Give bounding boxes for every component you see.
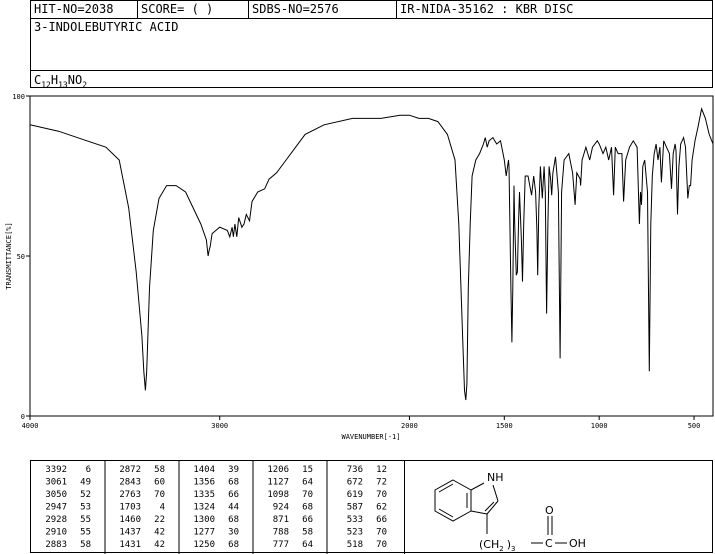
peak-transmittance: 55	[80, 528, 91, 538]
peak-wavenumber: 1335	[193, 490, 215, 500]
peak-transmittance: 58	[302, 528, 313, 538]
peak-wavenumber: 2928	[45, 515, 67, 525]
peak-transmittance: 70	[302, 490, 313, 500]
peak-wavenumber: 1460	[119, 515, 141, 525]
peak-transmittance: 58	[80, 540, 91, 550]
chain-count: 3	[511, 545, 515, 553]
peak-transmittance: 55	[80, 515, 91, 525]
peak-wavenumber: 1098	[267, 490, 289, 500]
peak-wavenumber: 1703	[119, 503, 141, 513]
peak-wavenumber: 3050	[45, 490, 67, 500]
peak-wavenumber: 672	[347, 478, 363, 488]
peak-transmittance: 70	[376, 490, 387, 500]
peak-wavenumber: 1277	[193, 528, 215, 538]
peak-transmittance: 60	[154, 478, 165, 488]
peak-transmittance: 4	[160, 503, 165, 513]
peak-wavenumber: 2910	[45, 528, 67, 538]
y-tick-label: 50	[17, 253, 25, 261]
peak-wavenumber: 1300	[193, 515, 215, 525]
peak-transmittance: 70	[154, 490, 165, 500]
peak-transmittance: 70	[376, 528, 387, 538]
chain-open: (CH	[479, 538, 499, 551]
peak-transmittance: 70	[376, 540, 387, 550]
peak-wavenumber: 1127	[267, 478, 289, 488]
peak-transmittance: 62	[376, 503, 387, 513]
peak-transmittance: 68	[228, 540, 239, 550]
axis-ticks: 4000 3000 2000 1500 1000 500 0 50 100	[12, 93, 700, 430]
ir-spectrum-chart: 4000 3000 2000 1500 1000 500 0 50 100 WAVENUMBER…	[5, 93, 714, 441]
oxygen-label: O	[545, 504, 554, 517]
peak-wavenumber: 1206	[267, 465, 289, 475]
peak-transmittance: 72	[376, 478, 387, 488]
peak-table: 3392 6 3061 49 3050 52 2947 53 2928 55 2910 55 2883 5…	[45, 461, 387, 554]
peak-transmittance: 66	[302, 515, 313, 525]
peak-transmittance: 42	[154, 540, 165, 550]
carbonyl-carbon-label: C	[545, 537, 553, 550]
peak-wavenumber: 1404	[193, 465, 215, 475]
y-axis-label: TRANSMITTANCE[%]	[5, 222, 13, 289]
peak-wavenumber: 2763	[119, 490, 141, 500]
peak-transmittance: 66	[376, 515, 387, 525]
peak-transmittance: 66	[228, 490, 239, 500]
x-tick-label: 500	[688, 422, 701, 430]
peak-transmittance: 58	[154, 465, 165, 475]
peak-transmittance: 64	[302, 478, 313, 488]
peak-transmittance: 68	[228, 515, 239, 525]
peak-wavenumber: 523	[347, 528, 363, 538]
x-tick-label: 2000	[401, 422, 418, 430]
peak-transmittance: 68	[302, 503, 313, 513]
spectrum-series	[29, 107, 714, 401]
peak-wavenumber: 1437	[119, 528, 141, 538]
peak-wavenumber: 1356	[193, 478, 215, 488]
x-tick-label: 3000	[211, 422, 228, 430]
chain-subscript: 2	[499, 545, 503, 553]
peak-wavenumber: 518	[347, 540, 363, 550]
peak-table-panel: 3392 6 3061 49 3050 52 2947 53 2928 55 2910 55 2883 5…	[30, 460, 715, 554]
molecular-structure-drawing: NH O (CH2)3 C OH	[434, 471, 586, 553]
peak-wavenumber: 2872	[119, 465, 141, 475]
peak-wavenumber: 777	[273, 540, 289, 550]
y-tick-label: 100	[12, 93, 25, 101]
peak-transmittance: 30	[228, 528, 239, 538]
peak-wavenumber: 1431	[119, 540, 141, 550]
chain-label: (CH2)3	[479, 538, 515, 553]
peak-wavenumber: 2947	[45, 503, 67, 513]
plot-border	[29, 95, 714, 417]
peak-transmittance: 49	[80, 478, 91, 488]
peak-transmittance: 22	[154, 515, 165, 525]
x-tick-label: 4000	[22, 422, 39, 430]
peak-wavenumber: 736	[347, 465, 363, 475]
peak-transmittance: 6	[86, 465, 91, 475]
peak-wavenumber: 924	[273, 503, 289, 513]
structure-panel: NH O (CH2)3 C OH	[404, 461, 715, 554]
peak-wavenumber: 619	[347, 490, 363, 500]
peak-transmittance: 42	[154, 528, 165, 538]
peak-wavenumber: 2883	[45, 540, 67, 550]
y-tick-label: 0	[21, 413, 25, 421]
peak-wavenumber: 533	[347, 515, 363, 525]
peak-transmittance: 68	[228, 478, 239, 488]
x-tick-label: 1500	[496, 422, 513, 430]
peak-transmittance: 44	[228, 503, 239, 513]
hydroxyl-label: OH	[569, 537, 586, 550]
x-axis-label: WAVENUMBER[-1]	[341, 433, 400, 441]
x-tick-label: 1000	[591, 422, 608, 430]
peak-wavenumber: 2843	[119, 478, 141, 488]
peak-transmittance: 15	[302, 465, 313, 475]
peak-wavenumber: 3061	[45, 478, 67, 488]
peak-transmittance: 64	[302, 540, 313, 550]
nh-label: NH	[487, 471, 504, 484]
peak-wavenumber: 1324	[193, 503, 215, 513]
peak-transmittance: 53	[80, 503, 91, 513]
plot-frame	[29, 95, 714, 417]
peak-transmittance: 52	[80, 490, 91, 500]
peak-wavenumber: 788	[273, 528, 289, 538]
peak-wavenumber: 587	[347, 503, 363, 513]
peak-transmittance: 39	[228, 465, 239, 475]
peak-transmittance: 12	[376, 465, 387, 475]
peak-wavenumber: 1250	[193, 540, 215, 550]
peak-wavenumber: 3392	[45, 465, 67, 475]
peak-wavenumber: 871	[273, 515, 289, 525]
